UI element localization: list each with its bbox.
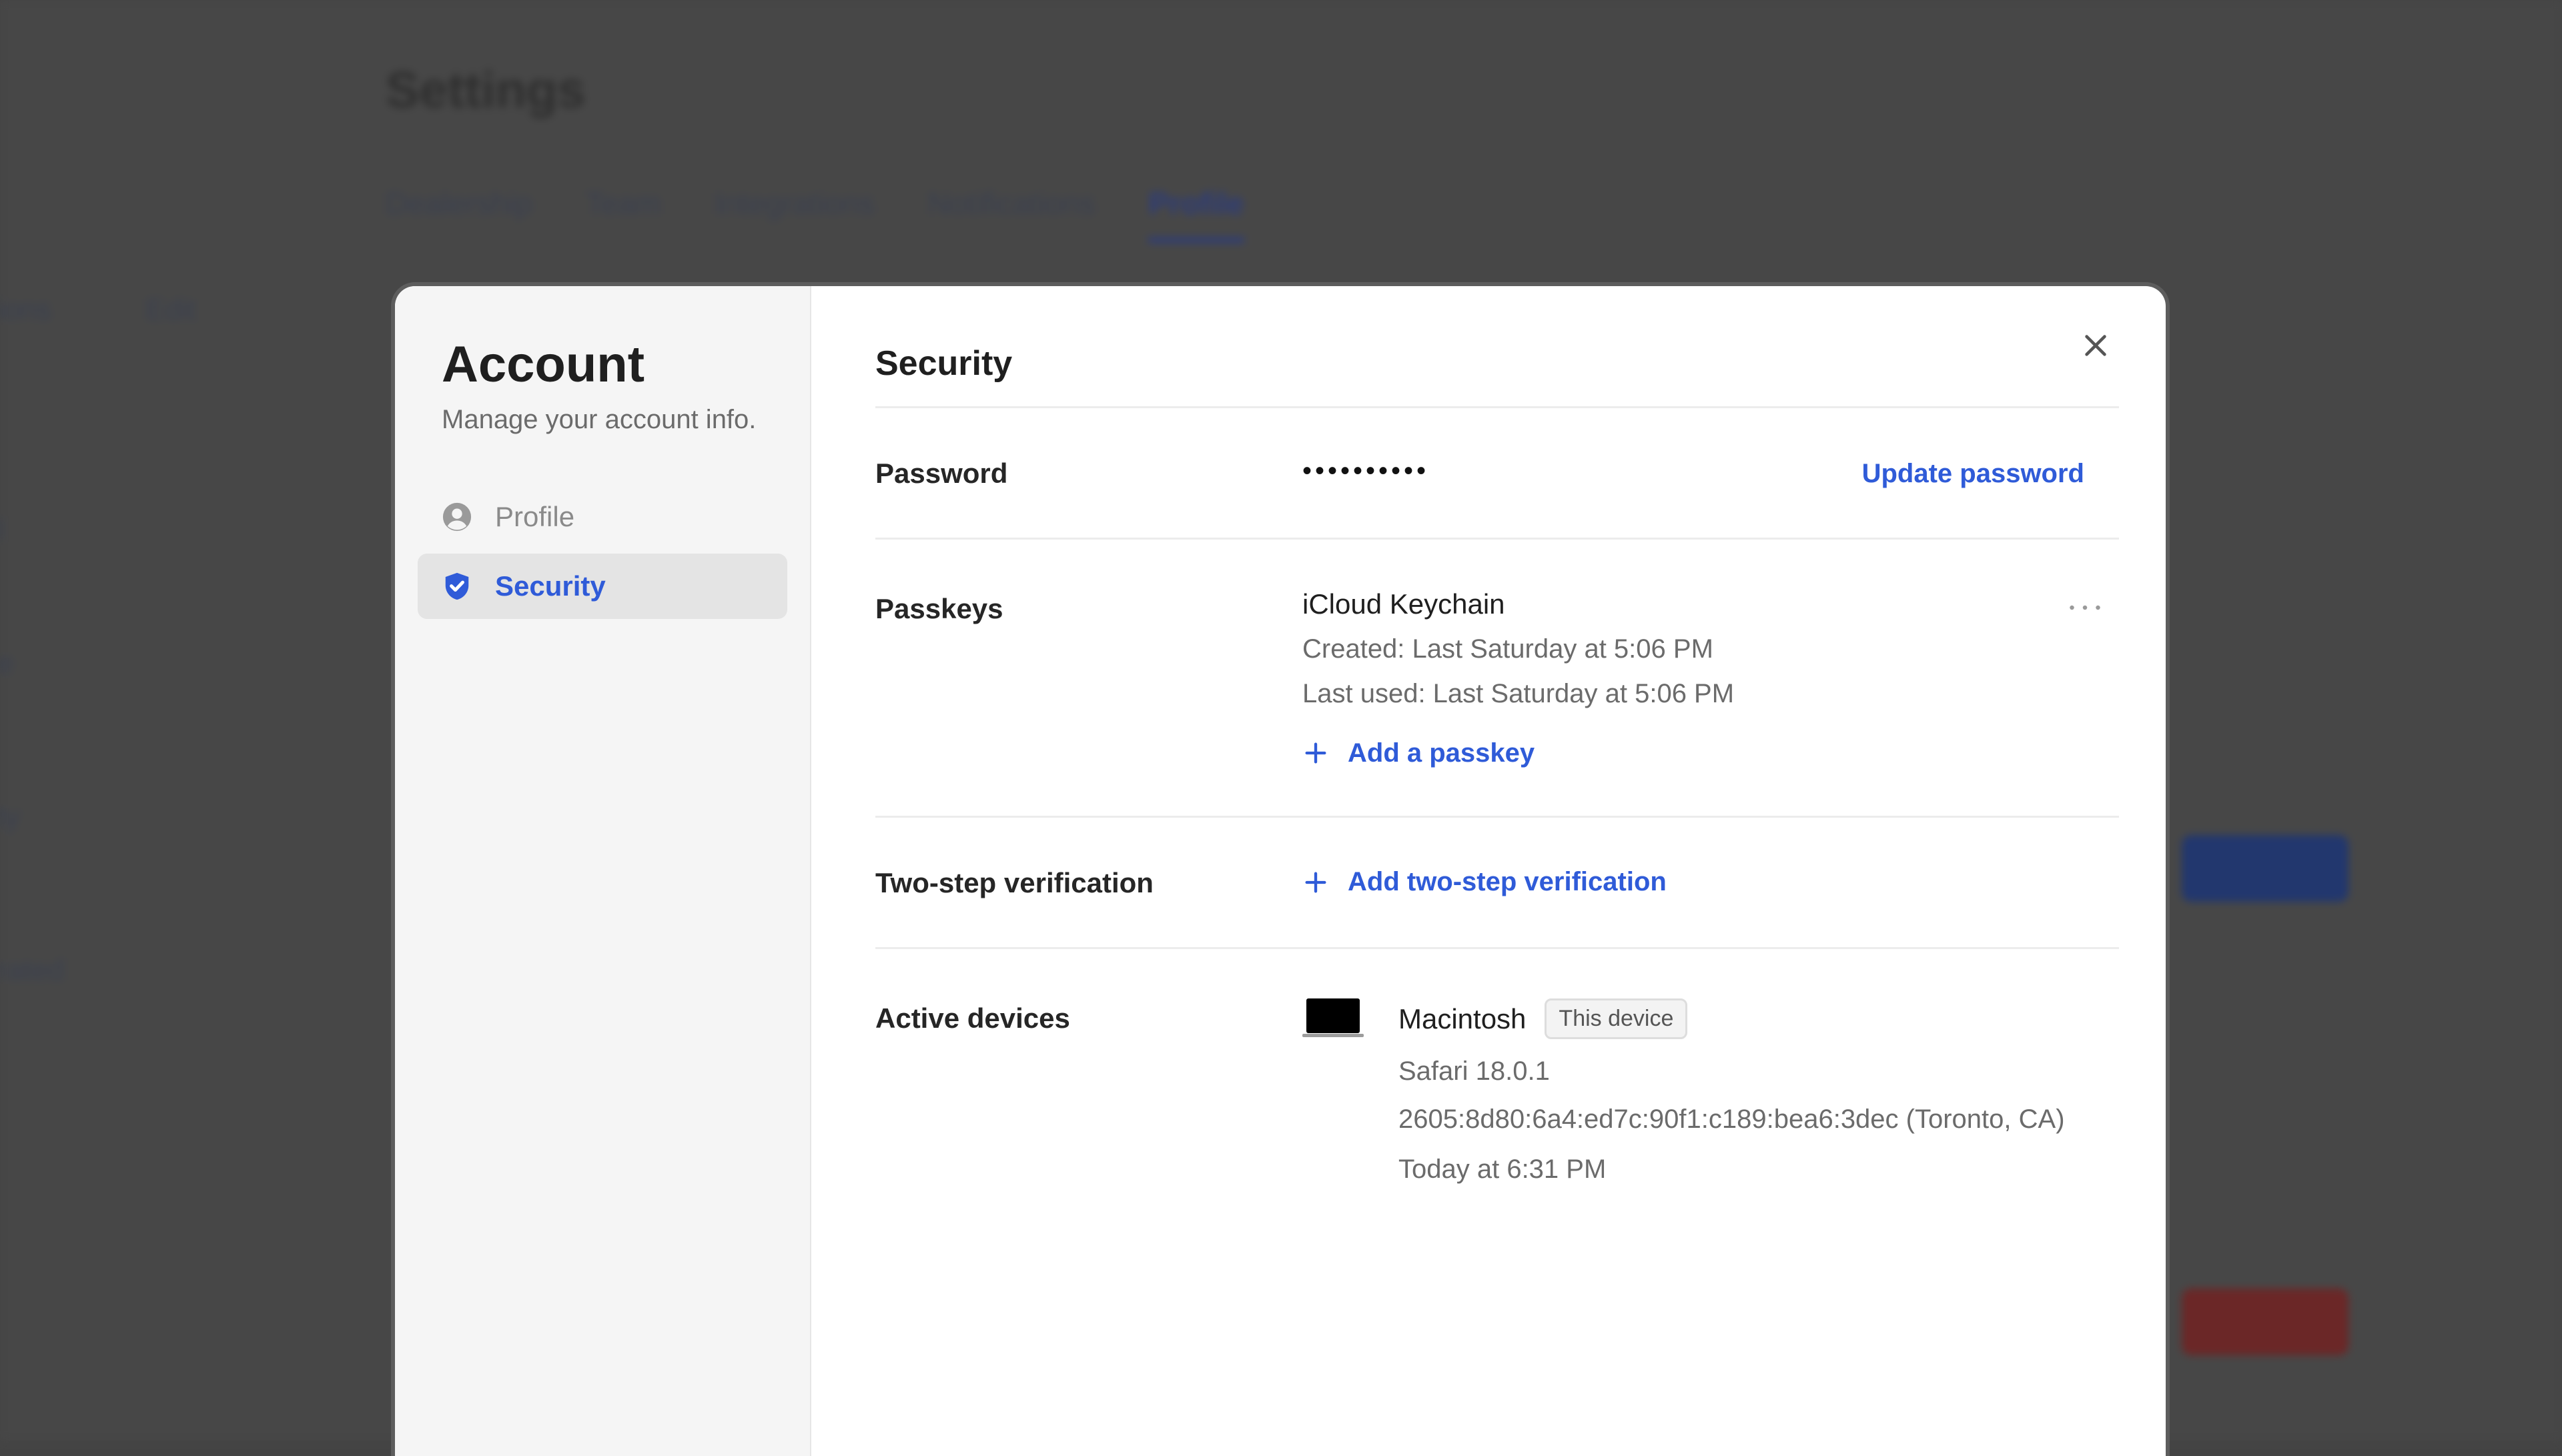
add-two-step-label: Add two-step verification bbox=[1348, 867, 1667, 896]
passkeys-label: Passkeys bbox=[875, 593, 1003, 624]
device-ip-location: 2605:8d80:6a4:ed7c:90f1:c189:bea6:3dec (… bbox=[1398, 1104, 2065, 1134]
passkey-more-button[interactable] bbox=[2062, 596, 2108, 622]
device-browser: Safari 18.0.1 bbox=[1398, 1056, 1550, 1086]
background-side-text: e bbox=[0, 647, 14, 680]
active-devices-row: Active devices Macintosh This device Saf… bbox=[875, 949, 2119, 1185]
background-tab-notifications: Notifications bbox=[927, 186, 1096, 221]
background-tab-profile: Profile bbox=[1148, 186, 1244, 243]
security-panel: Security Password •••••••••• Update pass… bbox=[811, 286, 2166, 1456]
account-sidebar: Account Manage your account info. Profil… bbox=[395, 286, 811, 1456]
background-side-text: Edit bbox=[145, 293, 196, 326]
device-info: Macintosh This device Safari 18.0.1 2605… bbox=[1398, 998, 2119, 1185]
background-side-text: ions bbox=[0, 293, 51, 326]
close-button[interactable] bbox=[2072, 323, 2119, 370]
account-nav: Profile Security bbox=[418, 484, 787, 619]
user-circle-icon bbox=[442, 502, 472, 532]
account-subtitle: Manage your account info. bbox=[442, 404, 757, 434]
active-devices-content: Macintosh This device Safari 18.0.1 2605… bbox=[1302, 998, 2119, 1185]
password-label: Password bbox=[875, 458, 1008, 489]
laptop-icon bbox=[1302, 997, 1364, 1038]
account-title: Account bbox=[442, 336, 645, 393]
two-step-content: Add two-step verification bbox=[1302, 867, 2119, 947]
more-horizontal-icon bbox=[2068, 603, 2102, 616]
close-icon bbox=[2080, 330, 2111, 364]
device-header: Macintosh This device bbox=[1398, 998, 2119, 1039]
add-passkey-label: Add a passkey bbox=[1348, 738, 1535, 768]
background-button bbox=[2182, 835, 2348, 902]
device-last-active: Today at 6:31 PM bbox=[1398, 1154, 1607, 1184]
plus-icon bbox=[1302, 869, 1329, 896]
plus-icon bbox=[1302, 740, 1329, 766]
passkey-created: Created: Last Saturday at 5:06 PM bbox=[1302, 634, 1713, 664]
passkey-last-used: Last used: Last Saturday at 5:06 PM bbox=[1302, 678, 1735, 708]
sidebar-item-security[interactable]: Security bbox=[418, 553, 787, 619]
background-tab-team: Team bbox=[585, 186, 661, 221]
sidebar-item-label: Profile bbox=[495, 500, 575, 532]
background-button bbox=[2182, 1289, 2348, 1355]
background-tabs: Dealership Team Integrations Notificatio… bbox=[386, 185, 1244, 243]
password-content: •••••••••• Update password bbox=[1302, 458, 2119, 538]
this-device-badge: This device bbox=[1545, 998, 1688, 1039]
passkeys-content: iCloud Keychain Created: Last Saturday a… bbox=[1302, 588, 2119, 816]
background-side-text: l bbox=[0, 514, 4, 546]
shield-check-icon bbox=[442, 571, 472, 602]
two-step-label: Two-step verification bbox=[875, 867, 1154, 898]
device-name: Macintosh bbox=[1398, 1002, 1527, 1034]
account-modal: Account Manage your account info. Profil… bbox=[391, 282, 2170, 1456]
sidebar-item-profile[interactable]: Profile bbox=[418, 484, 787, 550]
background-side-text: ty bbox=[0, 800, 21, 833]
device-item: Macintosh This device Safari 18.0.1 2605… bbox=[1302, 998, 2119, 1185]
background-side-text: rated bbox=[0, 954, 65, 986]
active-devices-label: Active devices bbox=[875, 1002, 1070, 1034]
add-passkey-button[interactable]: Add a passkey bbox=[1302, 738, 2119, 768]
background-title: Settings bbox=[386, 62, 586, 119]
passkey-name: iCloud Keychain bbox=[1302, 588, 1505, 620]
sidebar-item-label: Security bbox=[495, 570, 606, 602]
password-row: Password •••••••••• Update password bbox=[875, 408, 2119, 540]
background-tab-integrations: Integrations bbox=[714, 186, 875, 221]
two-step-row: Two-step verification Add two-step verif… bbox=[875, 818, 2119, 949]
background-tab-dealership: Dealership bbox=[386, 186, 532, 221]
add-two-step-button[interactable]: Add two-step verification bbox=[1302, 867, 2119, 897]
passkeys-row: Passkeys iCloud Keychain Created: Last S… bbox=[875, 540, 2119, 818]
security-title: Security bbox=[875, 344, 1013, 383]
update-password-button[interactable]: Update password bbox=[1862, 459, 2084, 489]
